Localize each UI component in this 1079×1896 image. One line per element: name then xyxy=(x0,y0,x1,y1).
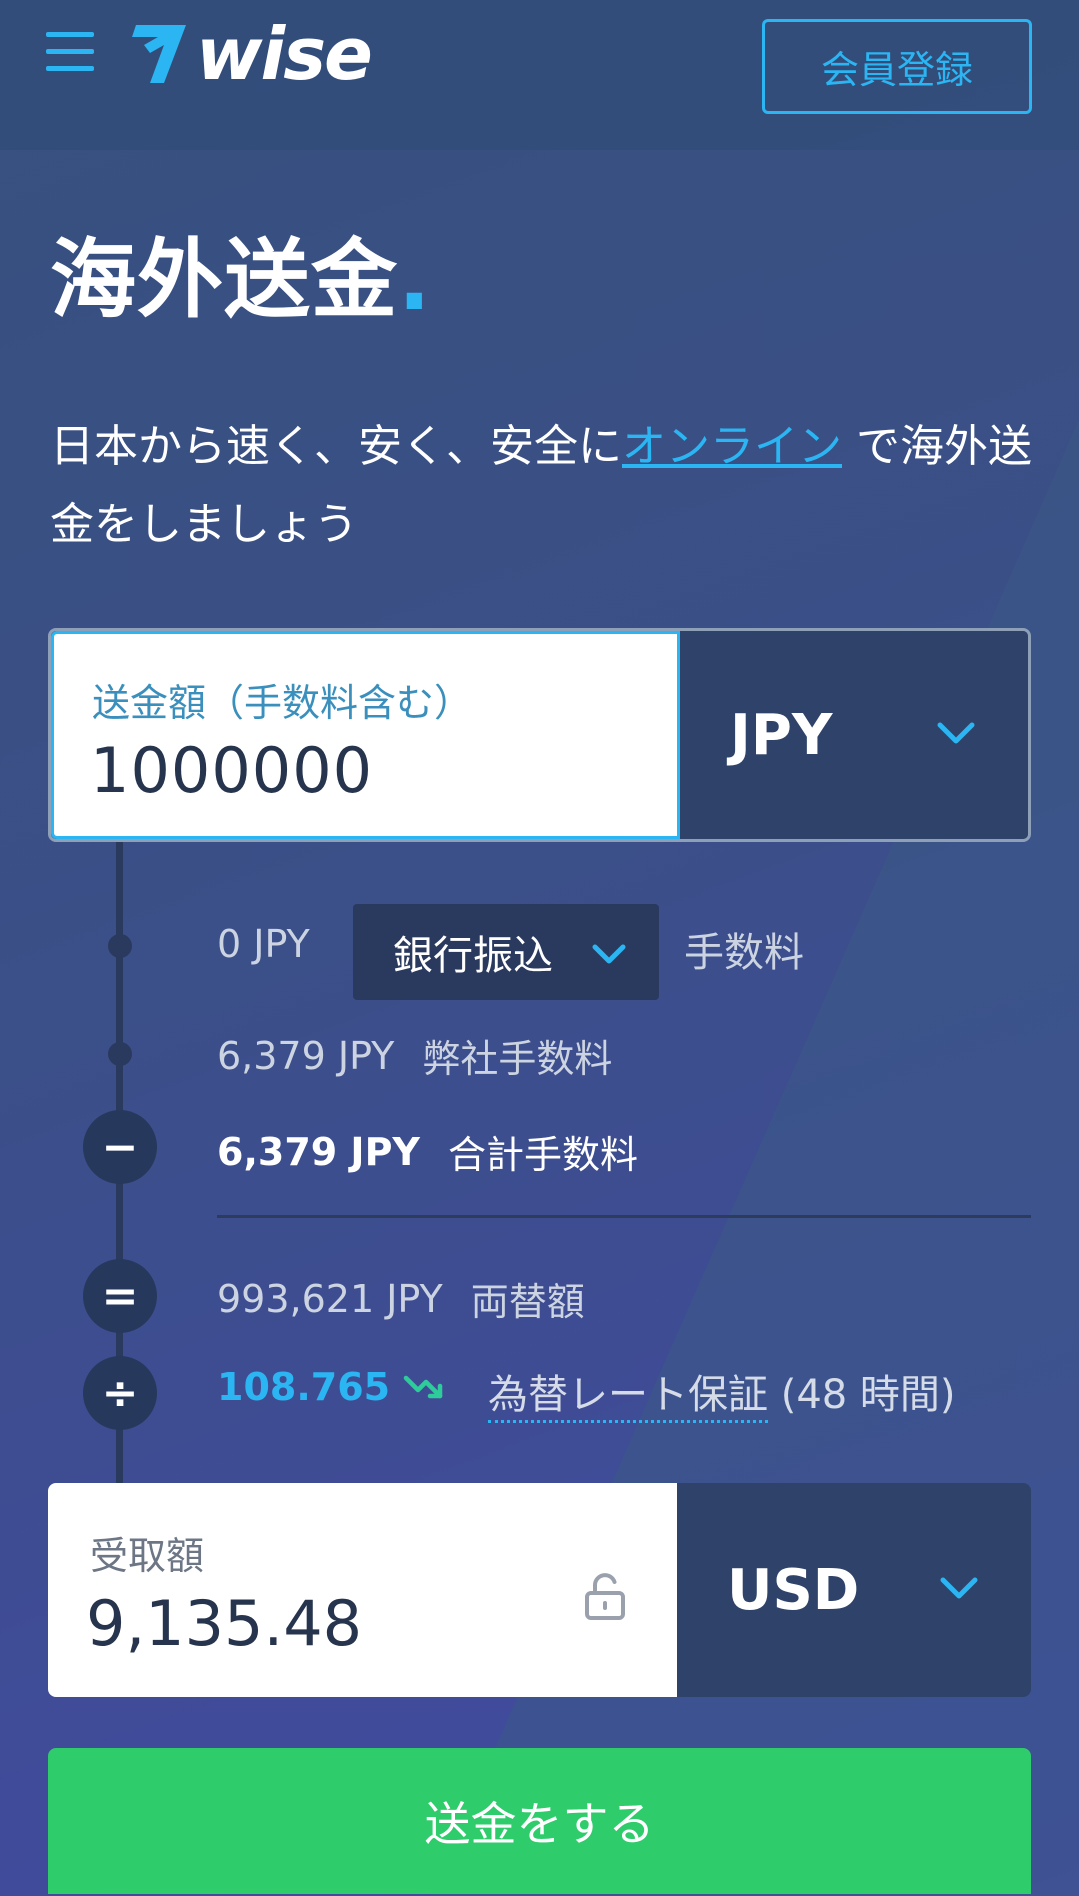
send-amount-value[interactable]: 1000000 xyxy=(90,734,373,807)
hamburger-menu-icon[interactable] xyxy=(46,32,94,76)
send-currency-code: JPY xyxy=(730,702,833,768)
timeline-dot xyxy=(108,1042,132,1066)
converted-amount-row: 993,621 JPY 両替額 xyxy=(217,1271,585,1326)
exchange-rate-row: 108.765 xyxy=(217,1365,446,1409)
transfer-fee-row: 0 JPY xyxy=(217,922,338,966)
receive-amount-label: 受取額 xyxy=(90,1534,205,1578)
converted-amount: 993,621 JPY xyxy=(217,1276,443,1321)
send-currency-select[interactable]: JPY xyxy=(680,631,1028,839)
our-fee-row: 6,379 JPY 弊社手数料 xyxy=(217,1028,612,1083)
receive-amount-field[interactable]: 受取額 9,135.48 xyxy=(48,1483,677,1697)
minus-icon: − xyxy=(83,1110,157,1184)
wise-logo-icon xyxy=(132,25,186,83)
total-fee-row: 6,379 JPY 合計手数料 xyxy=(217,1124,638,1179)
chevron-down-icon xyxy=(937,722,975,744)
receive-currency-select[interactable]: USD xyxy=(677,1483,1031,1697)
signup-button[interactable]: 会員登録 xyxy=(762,19,1032,114)
chevron-down-icon xyxy=(592,944,626,964)
send-money-button[interactable]: 送金をする xyxy=(48,1748,1031,1894)
send-amount-field[interactable]: 送金額（手数料含む） 1000000 xyxy=(51,631,680,839)
page-subtitle: 日本から速く、安く、安全にオンライン で海外送金をしましょう xyxy=(50,421,1032,550)
total-fee-label: 合計手数料 xyxy=(447,1133,638,1177)
our-fee-amount: 6,379 JPY xyxy=(217,1033,395,1078)
unlock-icon[interactable] xyxy=(583,1571,627,1621)
transfer-method-select[interactable]: 銀行振込 xyxy=(353,904,659,1000)
equals-icon: = xyxy=(83,1259,157,1333)
online-link[interactable]: オンライン xyxy=(622,421,842,472)
trend-down-icon xyxy=(403,1375,443,1399)
receive-amount-value[interactable]: 9,135.48 xyxy=(86,1587,362,1660)
rate-guarantee-duration: (48 時間) xyxy=(768,1372,956,1418)
transfer-fee-amount: 0 JPY xyxy=(217,922,310,966)
converted-label: 両替額 xyxy=(470,1280,585,1324)
transfer-fee-label: 手数料 xyxy=(684,930,804,976)
send-amount-box: 送金額（手数料含む） 1000000 JPY xyxy=(48,628,1031,842)
page-title: 海外送金. xyxy=(50,230,432,330)
send-amount-label: 送金額（手数料含む） xyxy=(92,681,473,725)
divide-icon: ÷ xyxy=(83,1356,157,1430)
top-header: wise 会員登録 xyxy=(0,0,1079,150)
exchange-rate-value: 108.765 xyxy=(217,1365,391,1409)
rate-guarantee: 為替レート保証 (48 時間) xyxy=(488,1362,956,1423)
total-fee-amount: 6,379 JPY xyxy=(217,1129,420,1174)
transfer-method-label: 銀行振込 xyxy=(393,933,553,979)
logo-text: wise xyxy=(196,12,373,96)
rate-guarantee-link[interactable]: 為替レート保証 xyxy=(488,1372,768,1423)
chevron-down-icon xyxy=(940,1577,978,1599)
fee-divider xyxy=(217,1215,1031,1218)
receive-currency-code: USD xyxy=(727,1557,860,1623)
wise-logo[interactable]: wise xyxy=(130,12,373,96)
receive-amount-box: 受取額 9,135.48 USD xyxy=(48,1483,1031,1697)
our-fee-label: 弊社手数料 xyxy=(422,1037,613,1081)
timeline-dot xyxy=(108,934,132,958)
